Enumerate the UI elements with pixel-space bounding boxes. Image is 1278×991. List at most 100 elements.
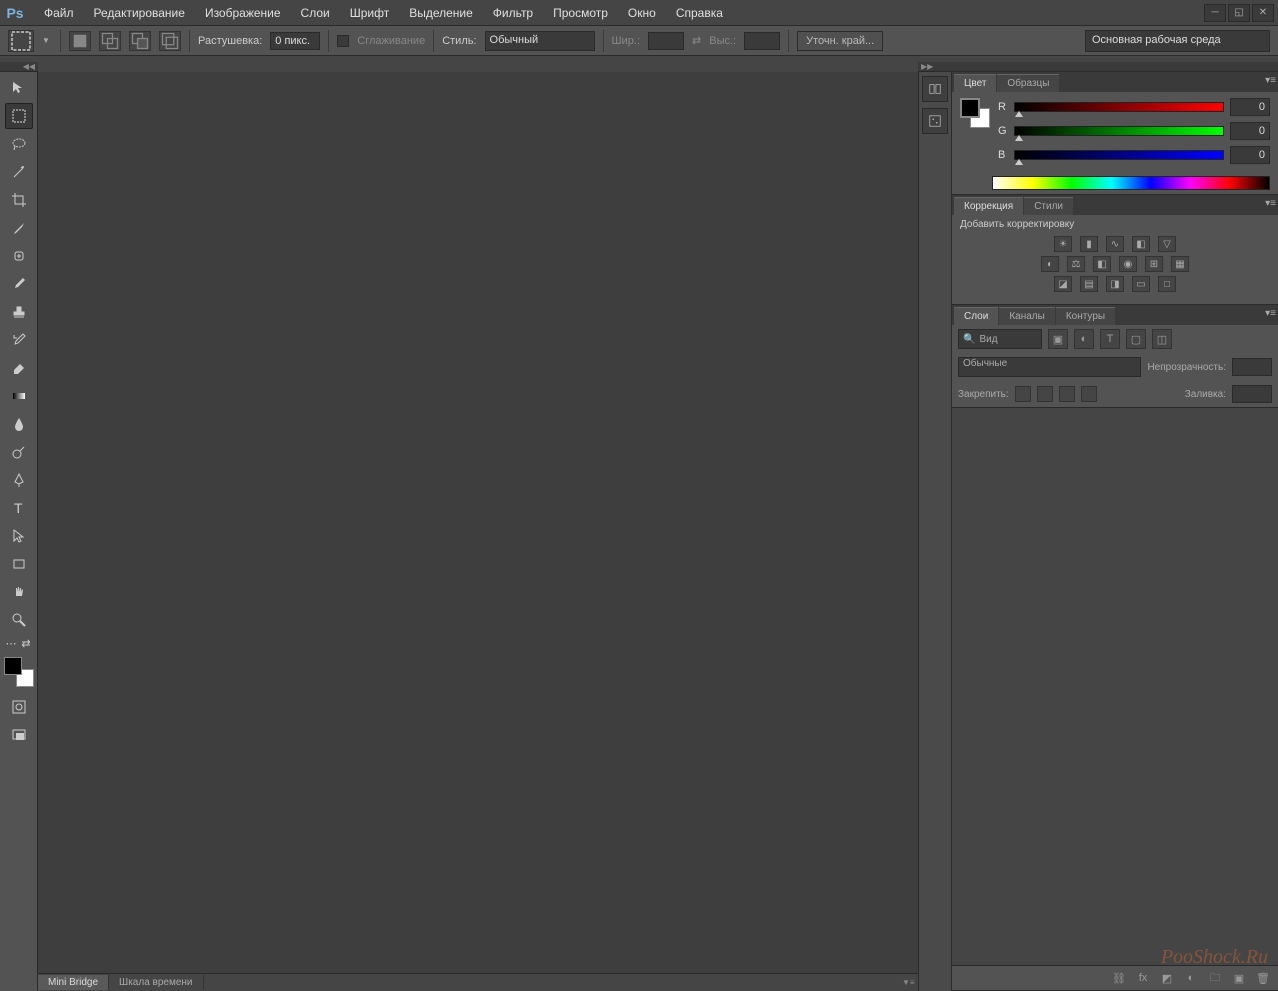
history-brush-tool[interactable] (5, 327, 33, 353)
gradient-tool[interactable] (5, 383, 33, 409)
hue-icon[interactable]: ◐ (1041, 256, 1059, 272)
menu-view[interactable]: Просмотр (543, 2, 618, 24)
marquee-tool[interactable] (5, 103, 33, 129)
fg-color-box[interactable] (960, 98, 980, 118)
selection-new-icon[interactable] (69, 31, 91, 51)
brush-tool[interactable] (5, 271, 33, 297)
foreground-color[interactable] (4, 657, 22, 675)
current-tool-icon[interactable] (8, 30, 34, 52)
color-preview[interactable] (960, 98, 990, 128)
r-slider[interactable] (1014, 102, 1224, 112)
eraser-tool[interactable] (5, 355, 33, 381)
b-slider[interactable] (1014, 150, 1224, 160)
layer-fx-icon[interactable]: fx (1134, 970, 1152, 986)
shape-tool[interactable] (5, 551, 33, 577)
layer-mask-icon[interactable]: ◩ (1158, 970, 1176, 986)
pen-tool[interactable] (5, 467, 33, 493)
menu-type[interactable]: Шрифт (340, 2, 399, 24)
wand-tool[interactable] (5, 159, 33, 185)
gradient-map-icon[interactable]: ▭ (1132, 276, 1150, 292)
lock-all-icon[interactable] (1081, 386, 1097, 402)
tab-layers[interactable]: Слои (954, 307, 998, 325)
menu-layers[interactable]: Слои (291, 2, 340, 24)
tool-preset-dropdown[interactable]: ▼ (42, 36, 52, 45)
color-swatches[interactable] (4, 657, 34, 687)
blend-mode-select[interactable]: Обычные (958, 357, 1141, 377)
tab-mini-bridge[interactable]: Mini Bridge (38, 975, 109, 990)
new-layer-icon[interactable]: ▣ (1230, 970, 1248, 986)
tab-color[interactable]: Цвет (954, 74, 996, 92)
link-layers-icon[interactable]: ⛓ (1110, 970, 1128, 986)
curves-icon[interactable]: ∿ (1106, 236, 1124, 252)
crop-tool[interactable] (5, 187, 33, 213)
posterize-icon[interactable]: ▤ (1080, 276, 1098, 292)
layer-filter-kind[interactable]: 🔍 Вид (958, 329, 1042, 349)
lasso-tool[interactable] (5, 131, 33, 157)
invert-icon[interactable]: ◪ (1054, 276, 1072, 292)
selection-intersect-icon[interactable] (159, 31, 181, 51)
filter-shape-icon[interactable]: ▢ (1126, 329, 1146, 349)
blur-tool[interactable] (5, 411, 33, 437)
screenmode-tool[interactable] (5, 722, 33, 748)
swap-colors-icon[interactable]: ⇄ (20, 637, 33, 650)
healing-tool[interactable] (5, 243, 33, 269)
maximize-button[interactable]: ◱ (1228, 4, 1250, 22)
tab-paths[interactable]: Контуры (1056, 307, 1115, 325)
tab-channels[interactable]: Каналы (999, 307, 1055, 325)
menu-help[interactable]: Справка (666, 2, 733, 24)
b-value-input[interactable] (1230, 146, 1270, 164)
edit-toolbar-icon[interactable]: ⋯ (5, 637, 18, 650)
lock-transparent-icon[interactable] (1015, 386, 1031, 402)
zoom-tool[interactable] (5, 607, 33, 633)
panel-menu-icon[interactable]: ▾≡ (1265, 308, 1276, 319)
filter-smart-icon[interactable]: ◫ (1152, 329, 1172, 349)
feather-input[interactable] (270, 32, 320, 50)
levels-icon[interactable]: ▮ (1080, 236, 1098, 252)
layers-list[interactable] (952, 407, 1278, 966)
filter-type-icon[interactable]: T (1100, 329, 1120, 349)
r-value-input[interactable] (1230, 98, 1270, 116)
delete-layer-icon[interactable]: 🗑 (1254, 970, 1272, 986)
refine-edge-button[interactable]: Уточн. край... (797, 31, 883, 51)
g-slider[interactable] (1014, 126, 1224, 136)
bw-icon[interactable]: ◧ (1093, 256, 1111, 272)
menu-edit[interactable]: Редактирование (84, 2, 195, 24)
opacity-input[interactable] (1232, 358, 1272, 376)
fill-input[interactable] (1232, 385, 1272, 403)
history-panel-icon[interactable] (922, 76, 948, 102)
channel-mixer-icon[interactable]: ⊞ (1145, 256, 1163, 272)
menu-filter[interactable]: Фильтр (483, 2, 543, 24)
bottom-collapse-icon[interactable]: ▼≡ (902, 978, 918, 987)
close-button[interactable]: ✕ (1252, 4, 1274, 22)
tab-styles[interactable]: Стили (1024, 197, 1073, 215)
panel-menu-icon[interactable]: ▾≡ (1265, 75, 1276, 86)
eyedropper-tool[interactable] (5, 215, 33, 241)
quickmask-tool[interactable] (5, 694, 33, 720)
move-tool[interactable] (5, 75, 33, 101)
selection-add-icon[interactable] (99, 31, 121, 51)
tab-timeline[interactable]: Шкала времени (109, 975, 203, 990)
canvas-area[interactable]: Mini Bridge Шкала времени ▼≡ (38, 72, 918, 991)
menu-image[interactable]: Изображение (195, 2, 291, 24)
menu-select[interactable]: Выделение (399, 2, 483, 24)
adjustment-layer-icon[interactable]: ◐ (1182, 970, 1200, 986)
filter-adjust-icon[interactable]: ◐ (1074, 329, 1094, 349)
selection-subtract-icon[interactable] (129, 31, 151, 51)
panel-menu-icon[interactable]: ▾≡ (1265, 198, 1276, 209)
style-select[interactable]: Обычный (485, 31, 595, 51)
selective-color-icon[interactable]: □ (1158, 276, 1176, 292)
minimize-button[interactable]: ─ (1204, 4, 1226, 22)
menu-window[interactable]: Окно (618, 2, 666, 24)
lock-position-icon[interactable] (1059, 386, 1075, 402)
lock-image-icon[interactable] (1037, 386, 1053, 402)
hand-tool[interactable] (5, 579, 33, 605)
workspace-select[interactable]: Основная рабочая среда (1085, 30, 1270, 52)
path-select-tool[interactable] (5, 523, 33, 549)
type-tool[interactable]: T (5, 495, 33, 521)
tab-swatches[interactable]: Образцы (997, 74, 1059, 92)
brightness-icon[interactable]: ☀ (1054, 236, 1072, 252)
dodge-tool[interactable] (5, 439, 33, 465)
filter-pixel-icon[interactable]: ▣ (1048, 329, 1068, 349)
threshold-icon[interactable]: ◨ (1106, 276, 1124, 292)
menu-file[interactable]: Файл (34, 2, 84, 24)
